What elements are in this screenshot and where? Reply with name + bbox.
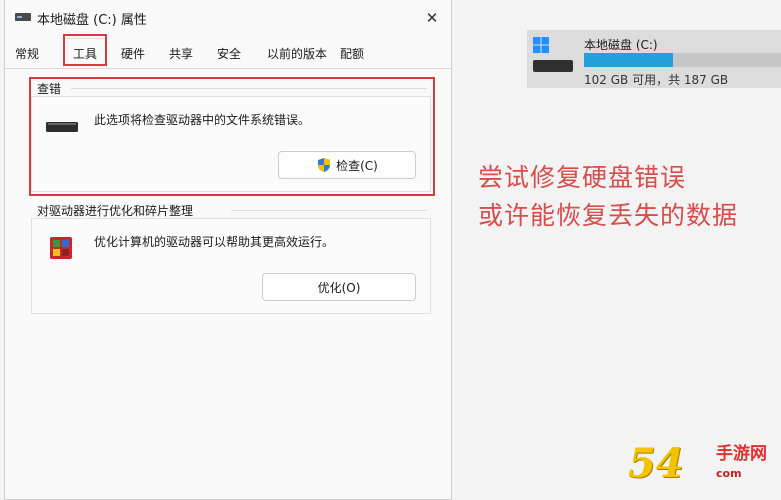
title-bar[interactable]: 本地磁盘 (C:) 属性 ✕ [5,0,451,36]
drive-name: 本地磁盘 (C:) [584,38,658,52]
optimize-group-divider [231,210,427,211]
optimize-description: 优化计算机的驱动器可以帮助其更高效运行。 [94,235,335,249]
watermark-logo-sub: com [716,467,742,480]
tab-tools[interactable]: 工具 [63,38,108,67]
annotation-line-2: 或许能恢复丢失的数据 [478,201,739,230]
optimize-button[interactable]: 优化(O) [262,273,416,301]
drive-tile[interactable]: 本地磁盘 (C:) 102 GB 可用，共 187 GB [527,30,781,88]
watermark-logo-text: 手游网 [716,444,767,464]
hard-drive-icon [46,122,78,132]
tab-quota[interactable]: 配额 [340,45,364,62]
close-icon: ✕ [425,9,439,27]
watermark-logo-number: 54 [628,440,684,487]
defrag-icon [50,237,72,259]
tab-security[interactable]: 安全 [217,45,241,62]
optimize-group-title: 对驱动器进行优化和碎片整理 [37,204,194,218]
drive-icon [15,13,31,21]
windows-logo-icon [533,37,549,53]
check-group-title: 查错 [37,82,62,96]
check-group-box: 此选项将检查驱动器中的文件系统错误。 检查(C) [31,96,431,192]
drive-usage-fill [584,53,673,67]
check-group-divider [71,88,427,89]
optimize-button-label: 优化(O) [317,280,361,295]
hard-drive-icon [533,60,573,72]
tab-hardware[interactable]: 硬件 [121,45,145,62]
properties-dialog: 本地磁盘 (C:) 属性 ✕ 常规 工具 硬件 共享 安全 以前的版本 配额 查… [4,0,452,500]
drive-usage-bar [584,53,781,67]
tab-general[interactable]: 常规 [15,45,39,62]
dialog-title: 本地磁盘 (C:) 属性 [37,13,147,28]
check-button-label: 检查(C) [336,158,378,173]
close-button[interactable]: ✕ [419,6,445,30]
site-watermark: 54 手游网 com [628,440,778,496]
drive-size-text: 102 GB 可用，共 187 GB [584,73,729,87]
check-description: 此选项将检查驱动器中的文件系统错误。 [94,113,311,127]
annotation-line-1: 尝试修复硬盘错误 [478,163,687,192]
tab-sharing[interactable]: 共享 [169,45,193,62]
tab-previous-versions[interactable]: 以前的版本 [267,45,327,62]
tab-strip: 常规 工具 硬件 共享 安全 以前的版本 配额 [5,38,451,69]
optimize-group-box: 优化计算机的驱动器可以帮助其更高效运行。 优化(O) [31,218,431,314]
uac-shield-icon [318,158,331,172]
check-button[interactable]: 检查(C) [278,151,416,179]
